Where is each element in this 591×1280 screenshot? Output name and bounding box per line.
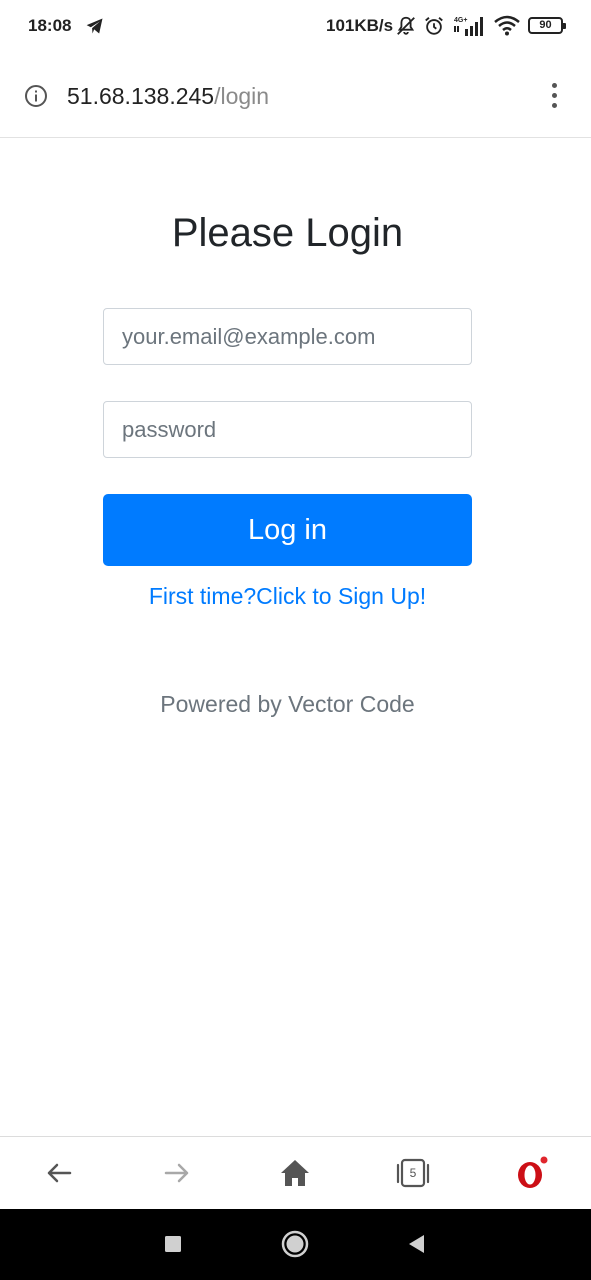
alarm-icon: [425, 17, 443, 35]
password-input[interactable]: [103, 401, 472, 458]
back-arrow-icon[interactable]: [41, 1155, 77, 1191]
status-time: 18:08: [28, 16, 72, 35]
url-field[interactable]: 51.68.138.245/login: [67, 82, 269, 110]
forward-arrow-icon[interactable]: [159, 1155, 195, 1191]
signup-link[interactable]: First time?Click to Sign Up!: [0, 582, 575, 610]
network-type-label: 4G+: [454, 17, 467, 24]
menu-dot: [552, 103, 557, 108]
address-bar[interactable]: 51.68.138.245/login: [0, 52, 591, 138]
opera-icon[interactable]: [513, 1155, 549, 1191]
recents-icon[interactable]: [158, 1229, 188, 1259]
net-speed: 101KB/s: [326, 16, 394, 35]
bottom-toolbar: 5: [0, 1136, 591, 1209]
home-nav-icon[interactable]: [280, 1229, 310, 1259]
url-host: 51.68.138.245: [67, 83, 215, 109]
login-button[interactable]: Log in: [103, 494, 472, 566]
email-input[interactable]: [103, 308, 472, 365]
url-path: /login: [214, 83, 270, 109]
tabs-button[interactable]: 5: [395, 1155, 431, 1191]
wifi-icon: [494, 15, 520, 36]
battery-level: 90: [539, 19, 552, 31]
home-icon[interactable]: [277, 1155, 313, 1191]
info-icon[interactable]: [24, 84, 48, 108]
battery-icon: 90: [528, 17, 566, 34]
android-nav-bar: [0, 1209, 591, 1280]
footer-powered-by: Powered by Vector Code: [160, 691, 415, 717]
page-title: Please Login: [171, 211, 404, 255]
tabs-count: 5: [409, 1166, 417, 1180]
menu-dot: [552, 83, 557, 88]
signal-icon: 4G+: [454, 17, 483, 36]
back-nav-icon[interactable]: [402, 1229, 432, 1259]
menu-icon[interactable]: [541, 81, 567, 111]
status-bar: 18:08 101KB/s 4G+ 90: [0, 0, 591, 52]
mute-icon: [397, 16, 415, 35]
telegram-icon: [86, 18, 103, 34]
menu-dot: [552, 93, 557, 98]
